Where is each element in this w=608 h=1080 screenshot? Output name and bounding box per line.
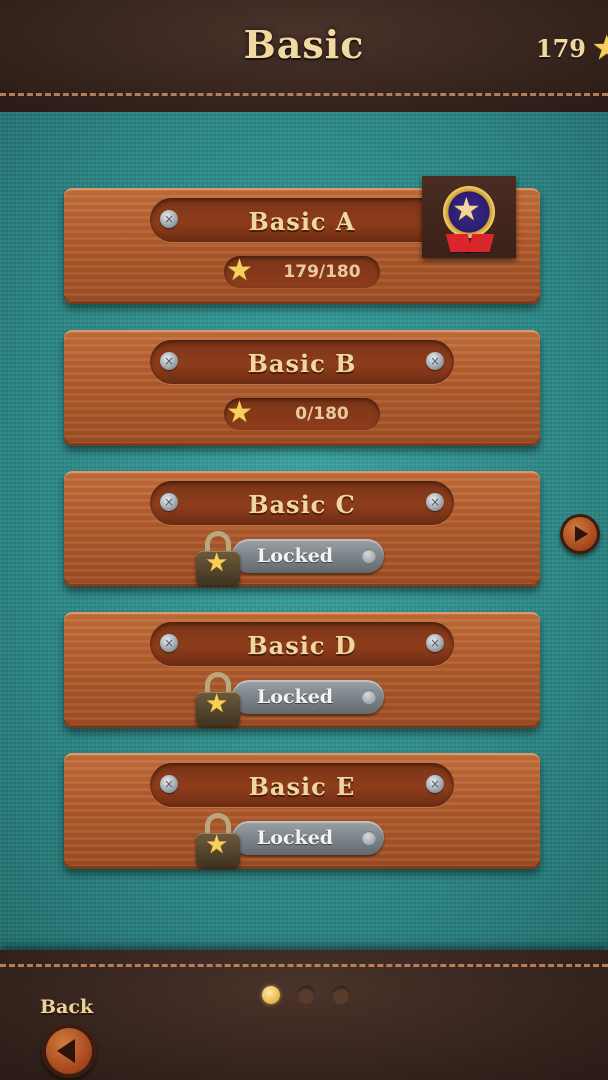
locked-pill: Locked xyxy=(232,539,384,573)
page-dot-1[interactable] xyxy=(262,986,280,1004)
progress-text: 0/180 xyxy=(295,404,349,424)
rivet-icon xyxy=(362,690,376,704)
level-name-bar: × Basic D × xyxy=(150,622,454,666)
page-dot-3[interactable] xyxy=(332,986,350,1004)
lock-icon: ★ xyxy=(196,672,240,728)
back-label: Back xyxy=(40,996,94,1018)
level-name: Basic A xyxy=(248,207,356,236)
progress-text: 179/180 xyxy=(283,262,361,282)
level-name-bar: × Basic E × xyxy=(150,763,454,807)
level-name-bar: × Basic B × xyxy=(150,340,454,384)
lock-icon: ★ xyxy=(196,813,240,869)
next-page-arrow-icon[interactable] xyxy=(560,514,600,554)
level-name: Basic C xyxy=(248,490,356,519)
page-dot-2[interactable] xyxy=(297,986,315,1004)
star-icon: ★ xyxy=(591,28,608,68)
star-icon: ★ xyxy=(205,830,229,860)
lock-icon: ★ xyxy=(196,531,240,587)
rivet-icon xyxy=(362,831,376,845)
star-icon: ★ xyxy=(452,190,481,228)
rivet-icon xyxy=(362,549,376,563)
star-total-value: 179 xyxy=(535,34,586,63)
locked-pill: Locked xyxy=(232,821,384,855)
star-icon: ★ xyxy=(205,689,229,719)
progress-pill: ★ 179/180 xyxy=(224,253,380,288)
page-title: Basic xyxy=(243,22,365,67)
top-bar: Basic 179 ★ xyxy=(0,0,608,112)
progress-pill: ★ 0/180 xyxy=(224,395,380,430)
level-plank-basic-b[interactable]: × Basic B × ★ 0/180 xyxy=(64,330,540,446)
locked-label: Locked xyxy=(256,686,334,708)
screw-icon: × xyxy=(426,775,444,793)
locked-label: Locked xyxy=(256,827,334,849)
level-name: Basic D xyxy=(247,631,357,660)
screw-icon: × xyxy=(426,634,444,652)
back-arrow-icon[interactable] xyxy=(42,1024,96,1078)
star-icon: ★ xyxy=(226,253,253,288)
level-name: Basic E xyxy=(248,772,356,801)
level-plank-basic-c[interactable]: × Basic C × Locked ★ xyxy=(64,471,540,587)
locked-pill: Locked xyxy=(232,680,384,714)
level-plank-basic-e[interactable]: × Basic E × Locked ★ xyxy=(64,753,540,869)
level-plank-basic-d[interactable]: × Basic D × Locked ★ xyxy=(64,612,540,728)
screw-icon: × xyxy=(426,493,444,511)
level-name: Basic B xyxy=(247,349,357,378)
screw-icon: × xyxy=(426,352,444,370)
completion-badge: ★ xyxy=(422,176,516,258)
stitch-line xyxy=(0,93,608,96)
level-plank-basic-a[interactable]: × Basic A ★ 179/180 ★ xyxy=(64,176,540,304)
level-name-bar: × Basic C × xyxy=(150,481,454,525)
page-indicator xyxy=(262,986,352,1006)
star-icon: ★ xyxy=(226,395,253,430)
locked-label: Locked xyxy=(256,545,334,567)
star-total: 179 xyxy=(536,34,586,63)
star-icon: ★ xyxy=(205,548,229,578)
level-name-bar: × Basic A xyxy=(150,198,454,242)
stitch-line xyxy=(0,964,608,967)
